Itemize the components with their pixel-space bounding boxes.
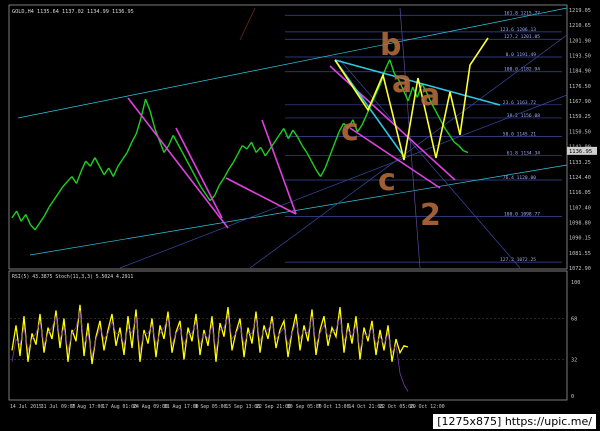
fib-level-label: 61.8 1134.34 — [507, 150, 540, 156]
price-tick-label: 1159.25 — [569, 114, 591, 120]
price-tick-label: 1133.25 — [569, 160, 591, 166]
time-tick-label: 31 Jul 09:00 — [41, 404, 76, 410]
time-tick-label: 7 Oct 13:00 — [318, 404, 350, 410]
price-tick-label: 1210.65 — [569, 23, 591, 29]
price-tick-label: 1176.50 — [569, 84, 591, 90]
time-tick-label: 24 Aug 09:00 — [133, 404, 168, 410]
fib-level-label: 127.2 1072.25 — [500, 257, 536, 263]
time-tick-label: 14 Jul 2015 — [10, 404, 42, 410]
price-tick-label: 1150.50 — [569, 129, 591, 135]
time-tick-label: 9 Sep 05:00 — [195, 404, 227, 410]
price-tick-label: 1219.05 — [569, 8, 591, 14]
fib-level-label: 0.0 1191.49 — [506, 52, 537, 58]
fib-level-label: 123.6 1206.13 — [500, 27, 536, 33]
time-tick-label: 7 Aug 17:00 — [72, 404, 104, 410]
time-axis-labels: 14 Jul 201531 Jul 09:007 Aug 17:0017 Aug… — [10, 404, 445, 410]
fib-level-label: 50.0 1145.21 — [503, 132, 536, 138]
fib-level-label: 161.8 1215.77 — [504, 10, 540, 16]
fib-level-label: 76.4 1120.00 — [503, 175, 536, 181]
time-tick-label: 14 Oct 21:00 — [348, 404, 383, 410]
time-tick-label: 22 Sep 21:00 — [256, 404, 291, 410]
price-tick-label: 1184.90 — [569, 69, 591, 75]
oscillator-panel-title: RSI(5) 43.3875 Stoch(11,3,3) 5.5024 4.29… — [12, 274, 133, 280]
fib-level-label: 127.2 1201.85 — [504, 34, 540, 40]
wave-annotation: c — [378, 163, 396, 198]
fib-level-label: 100.0 1098.77 — [504, 212, 540, 218]
fib-level-label: 23.6 1163.72 — [503, 100, 536, 106]
wave-annotation: a — [392, 65, 412, 100]
price-tick-label: 1201.90 — [569, 38, 591, 44]
price-tick-label: 1107.40 — [569, 205, 591, 211]
price-tick-label: 1072.90 — [569, 266, 591, 272]
price-tick-label: 1090.15 — [569, 236, 591, 242]
price-tick-label: 1193.50 — [569, 54, 591, 60]
oscillator-tick-label: 100 — [571, 280, 580, 286]
current-price-label: 1136.95 — [569, 149, 592, 155]
wave-annotation: a — [420, 78, 440, 113]
price-tick-label: 1098.80 — [569, 220, 591, 226]
oscillator-tick-label: 68 — [571, 316, 577, 322]
wave-annotation: 2 — [420, 198, 441, 233]
time-tick-label: 30 Sep 05:00 — [287, 404, 322, 410]
time-tick-label: 17 Aug 01:00 — [102, 404, 137, 410]
chart-canvas: 161.8 1215.77 123.6 1206.13127.2 1201.85 0… — [0, 0, 600, 431]
wave-annotation: b — [380, 28, 401, 63]
time-tick-label: 29 Oct 12:00 — [410, 404, 445, 410]
time-tick-label: 15 Sep 13:00 — [225, 404, 260, 410]
main-panel-title: GOLD,H4 1135.64 1137.02 1134.99 1136.95 — [12, 9, 134, 15]
wave-annotation: c — [341, 113, 359, 148]
oscillator-tick-label: 0 — [571, 394, 574, 400]
oscillator-tick-label: 32 — [571, 358, 577, 364]
price-tick-label: 1167.90 — [569, 99, 591, 105]
price-tick-label: 1124.40 — [569, 175, 591, 181]
price-tick-label: 1116.05 — [569, 190, 591, 196]
price-tick-label: 1081.55 — [569, 251, 591, 257]
fib-level-label: 38.2 1156.08 — [507, 113, 540, 119]
time-tick-label: 22 Oct 05:00 — [379, 404, 414, 410]
time-tick-label: 31 Aug 17:00 — [164, 404, 199, 410]
watermark-label: [1275x875] https://upic.me/ — [433, 414, 596, 429]
